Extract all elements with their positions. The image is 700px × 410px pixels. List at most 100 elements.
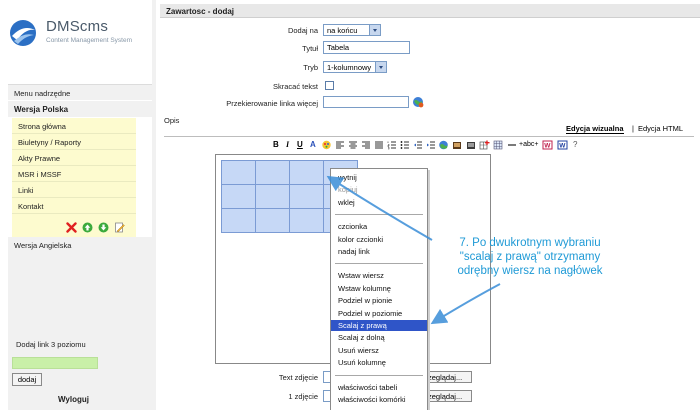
ordered-list-icon[interactable]: [387, 140, 397, 150]
table-cell[interactable]: [255, 160, 290, 185]
tytul-label: Tytuł: [302, 44, 318, 53]
browse-button[interactable]: zeglądaj...: [424, 390, 472, 402]
context-menu-item[interactable]: Scalaj z prawą: [331, 320, 427, 331]
divider: [164, 136, 694, 137]
sidebar: DMScms Content Management System Menu na…: [0, 0, 152, 410]
special-chars-button[interactable]: +abc+: [519, 141, 538, 151]
context-menu-item[interactable]: Podziel w poziomie: [331, 308, 427, 319]
tab-visual-edit[interactable]: Edycja wizualna: [566, 124, 624, 134]
dodaj-na-label: Dodaj na: [287, 26, 318, 35]
context-menu-item[interactable]: właściwości tabeli: [331, 382, 427, 393]
context-menu-item[interactable]: Wstaw kolumnę: [331, 283, 427, 294]
table-cell[interactable]: [221, 208, 256, 233]
section-polish[interactable]: Wersja Polska: [8, 101, 152, 117]
background-color-icon[interactable]: [321, 140, 332, 150]
indent-icon[interactable]: [426, 140, 436, 150]
editor-tabs: Edycja wizualna | Edycja HTML: [556, 124, 696, 136]
redirect-input[interactable]: [323, 96, 409, 108]
przekierowanie-label: Przekierowanie linka więcej: [226, 99, 318, 108]
add-link-label: Dodaj link 3 poziomu: [16, 340, 86, 349]
table-cell[interactable]: [289, 184, 324, 209]
edit-icon[interactable]: [114, 222, 125, 233]
browse-button[interactable]: zeglądaj...: [424, 371, 472, 383]
link-icon[interactable]: [452, 140, 463, 150]
grid-icon[interactable]: [493, 140, 503, 150]
add-link-input[interactable]: [12, 357, 98, 369]
font-color-button[interactable]: A: [310, 140, 316, 150]
menu-separator: [335, 374, 423, 376]
menu-item-kontakt[interactable]: Kontakt: [12, 198, 136, 214]
context-menu-item[interactable]: Usuń wiersz: [331, 345, 427, 356]
outdent-icon[interactable]: [413, 140, 423, 150]
menu-item-akty-prawne[interactable]: Akty Prawne: [12, 150, 136, 166]
annotation-text: 7. Po dwukrotnym wybraniu "scalaj z praw…: [430, 236, 630, 278]
sidebar-panel: [8, 253, 152, 410]
justify-icon[interactable]: [374, 140, 384, 150]
editor-toolbar: B I U A +abc+ W W ?: [272, 140, 592, 152]
menu-item-biuletyny[interactable]: Biuletyny / Raporty: [12, 134, 136, 150]
context-menu-item[interactable]: nadaj link: [331, 246, 427, 257]
context-menu-item[interactable]: wytnij: [331, 172, 427, 183]
opis-label: Opis: [164, 116, 180, 125]
tryb-select[interactable]: 1-kolumnowy: [323, 61, 387, 73]
link-globe-icon[interactable]: [412, 96, 424, 108]
move-up-icon[interactable]: [82, 222, 93, 233]
chevron-down-icon: [369, 25, 380, 35]
move-down-icon[interactable]: [98, 222, 109, 233]
section-english[interactable]: Wersja Angielska: [8, 237, 152, 253]
table-cell[interactable]: [255, 184, 290, 209]
annotation-line-1: 7. Po dwukrotnym wybraniu: [459, 237, 601, 249]
logo: DMScms Content Management System: [6, 14, 146, 54]
context-menu-item[interactable]: Usuń kolumnę: [331, 357, 427, 368]
context-menu-item[interactable]: kopiuj: [331, 184, 427, 195]
annotation-line-3: odrębny wiersz na nagłówek: [457, 265, 603, 277]
help-button[interactable]: ?: [573, 140, 577, 150]
menu-parent-link[interactable]: Menu nadrzędne: [8, 84, 152, 100]
dmscms-logo-icon: [10, 20, 36, 46]
italic-button[interactable]: I: [286, 140, 289, 150]
context-menu-item[interactable]: Wstaw wiersz: [331, 270, 427, 281]
menu-item-strona-glowna[interactable]: Strona główna: [12, 118, 136, 134]
tab-separator: |: [632, 124, 634, 133]
table-icon[interactable]: [479, 140, 490, 150]
paste-from-word-icon[interactable]: W: [542, 140, 553, 150]
menu-item-actions: [12, 219, 136, 237]
align-left-icon[interactable]: [335, 140, 345, 150]
menu-item-linki[interactable]: Linki: [12, 182, 136, 198]
context-menu-item[interactable]: Scalaj z dolną: [331, 332, 427, 343]
unlink-icon[interactable]: [466, 140, 477, 150]
underline-button[interactable]: U: [297, 140, 303, 150]
tab-html-edit[interactable]: Edycja HTML: [638, 124, 683, 133]
delete-icon[interactable]: [66, 222, 77, 233]
unordered-list-icon[interactable]: [400, 140, 410, 150]
word-icon[interactable]: W: [557, 140, 568, 150]
menu-list: Strona główna Biuletyny / Raporty Akty P…: [12, 118, 136, 230]
context-menu-item[interactable]: wklej: [331, 197, 427, 208]
table-cell[interactable]: [289, 208, 324, 233]
add-button[interactable]: dodaj: [12, 373, 42, 386]
photo-1-label: 1 zdjęcie: [288, 392, 318, 401]
bold-button[interactable]: B: [273, 140, 279, 150]
menu-item-msr[interactable]: MSR i MSSF: [12, 166, 136, 182]
horizontal-rule-icon[interactable]: [507, 140, 517, 150]
image-icon[interactable]: [438, 140, 449, 150]
table-cell[interactable]: [221, 184, 256, 209]
title-input[interactable]: [323, 41, 410, 54]
context-menu-item[interactable]: Podziel w pionie: [331, 295, 427, 306]
skracac-checkbox[interactable]: [325, 81, 334, 90]
tryb-value: 1-kolumnowy: [327, 63, 372, 72]
table-cell[interactable]: [289, 160, 324, 185]
align-right-icon[interactable]: [361, 140, 371, 150]
align-center-icon[interactable]: [348, 140, 358, 150]
tryb-label: Tryb: [303, 63, 318, 72]
context-menu-item[interactable]: kolor czcionki: [331, 234, 427, 245]
logo-name: DMScms: [46, 18, 109, 35]
chevron-down-icon: [375, 62, 386, 72]
logout-link[interactable]: Wyloguj: [58, 395, 89, 404]
dodaj-na-select[interactable]: na końcu: [323, 24, 381, 36]
context-menu-item[interactable]: właściwości komórki: [331, 394, 427, 405]
table-cell[interactable]: [255, 208, 290, 233]
table-cell[interactable]: [221, 160, 256, 185]
menu-separator: [335, 263, 423, 265]
context-menu-item[interactable]: czcionka: [331, 221, 427, 232]
